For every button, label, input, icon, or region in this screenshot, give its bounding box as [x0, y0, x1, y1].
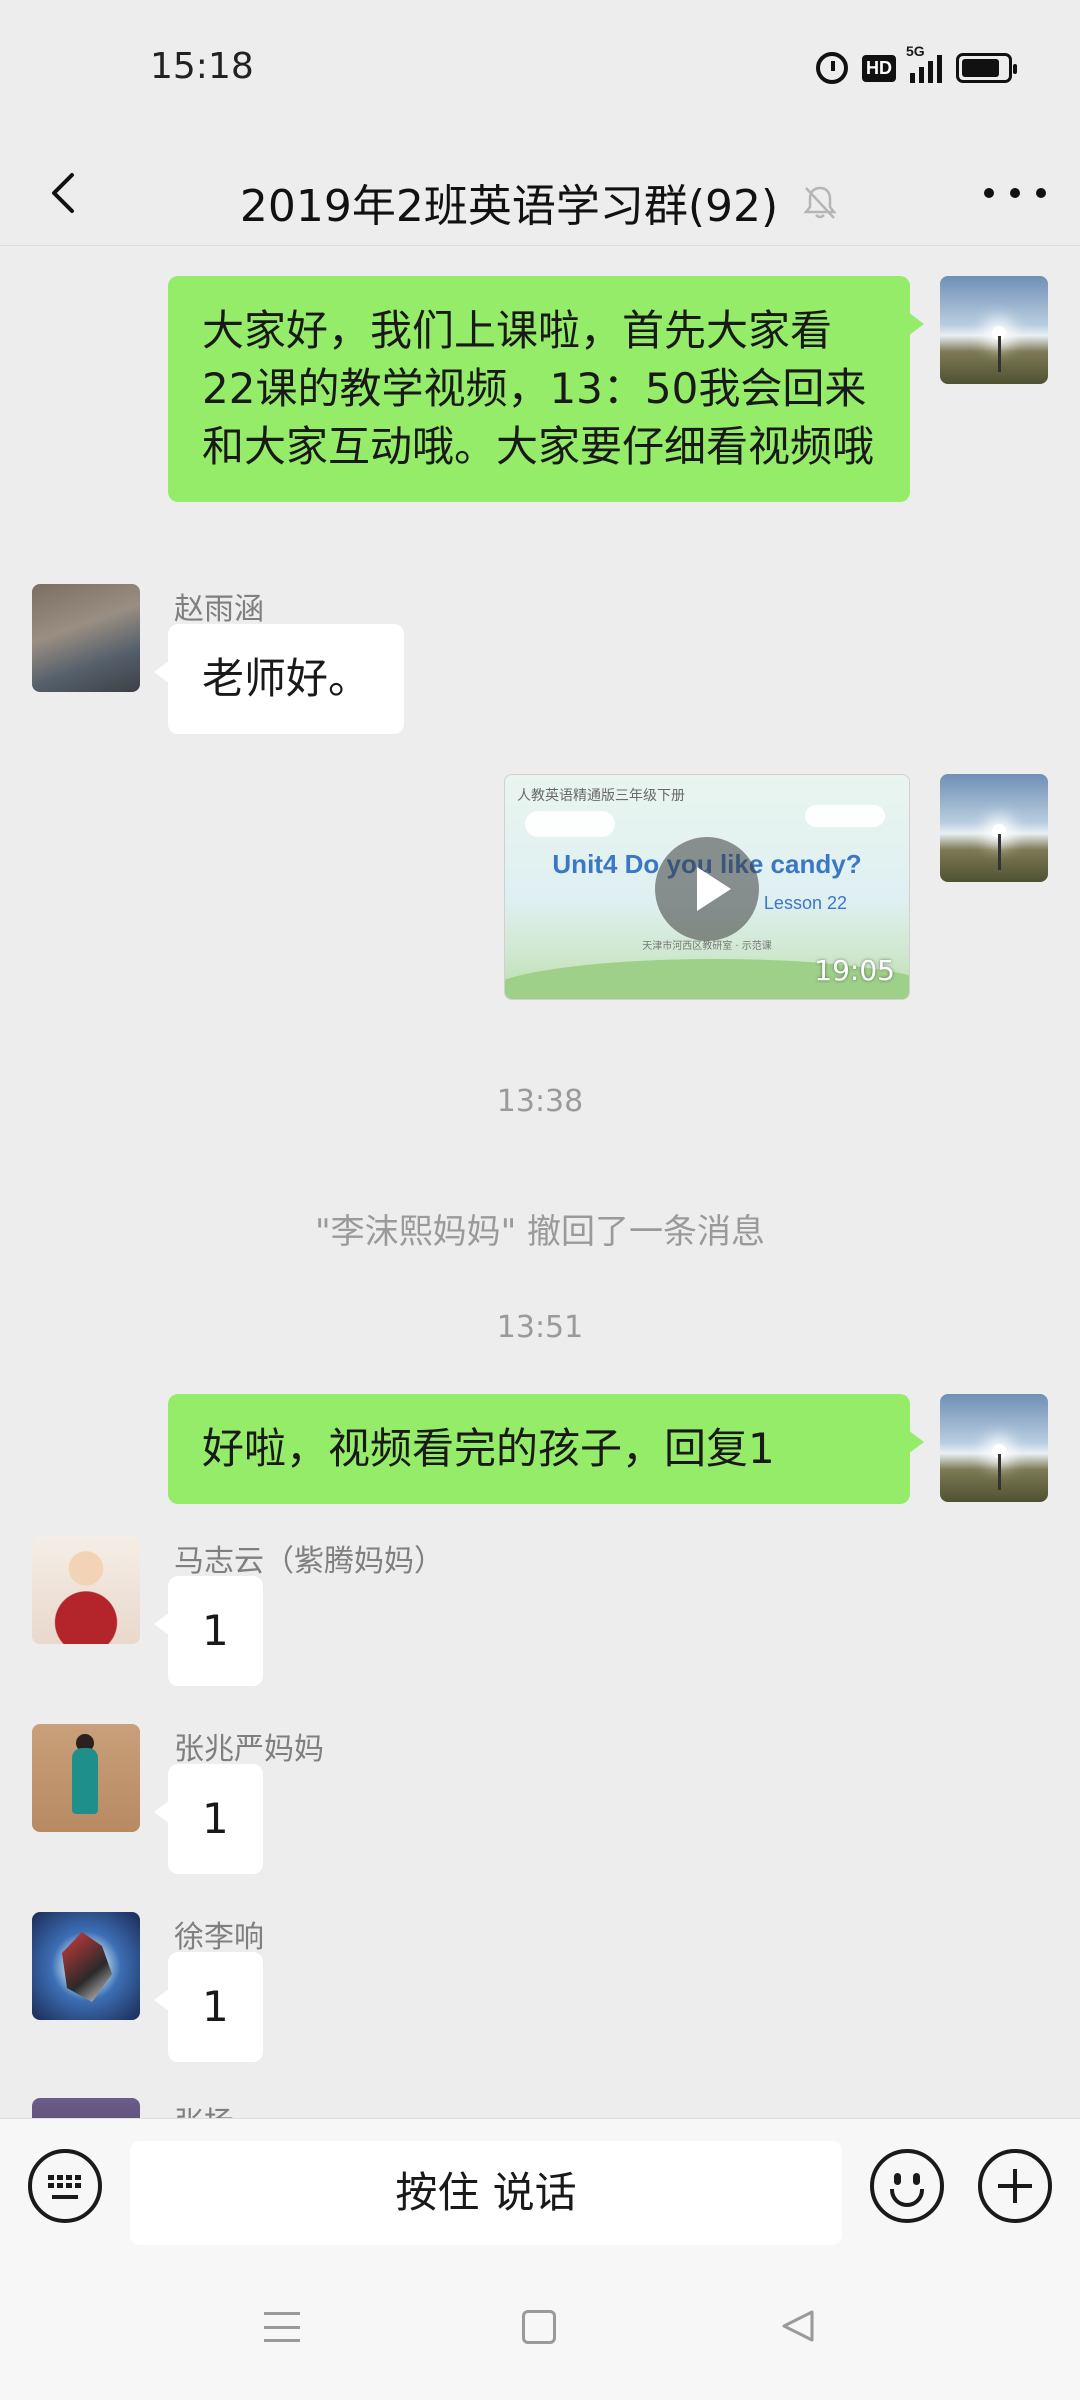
message-bubble[interactable]: 1	[154, 1576, 263, 1686]
avatar[interactable]	[940, 276, 1048, 384]
video-top-line: 人教英语精通版三年级下册	[517, 788, 685, 804]
video-lesson: Lesson 22	[763, 893, 847, 913]
self-message-bubble[interactable]: 好啦，视频看完的孩子，回复1	[168, 1394, 924, 1504]
hd-icon: HD	[862, 54, 896, 82]
signal-5g-icon: 5G	[906, 43, 942, 83]
system-navigation-bar	[0, 2256, 1080, 2400]
keyboard-icon[interactable]	[28, 2149, 102, 2223]
emoji-icon[interactable]	[870, 2149, 944, 2223]
battery-icon	[956, 53, 1017, 83]
sender-name: 马志云（紫腾妈妈）	[174, 1544, 444, 1579]
avatar[interactable]	[940, 1394, 1048, 1502]
video-duration: 19:05	[814, 954, 895, 987]
network-type-label: 5G	[906, 43, 925, 59]
recall-notice: "李沫熙妈妈" 撤回了一条消息	[314, 1212, 766, 1252]
avatar[interactable]	[32, 1912, 140, 2020]
avatar[interactable]	[32, 1724, 140, 1832]
plus-icon[interactable]	[978, 2149, 1052, 2223]
hold-to-talk-button[interactable]: 按住 说话	[130, 2141, 842, 2245]
back-triangle-icon[interactable]	[778, 2306, 818, 2346]
timestamp: 13:51	[496, 1310, 584, 1345]
avatar[interactable]	[940, 774, 1048, 882]
avatar[interactable]	[32, 584, 140, 692]
home-icon[interactable]	[522, 2310, 556, 2344]
sender-name: 张扬	[174, 2098, 234, 2118]
message-bubble[interactable]: 1	[154, 1952, 263, 2062]
message-bubble[interactable]: 老师好。	[153, 624, 405, 734]
avatar[interactable]	[32, 1536, 140, 1644]
play-icon[interactable]	[655, 837, 759, 941]
chat-title-area[interactable]: 2019年2班英语学习群(92)	[0, 170, 1080, 234]
alarm-icon	[816, 52, 848, 84]
menu-icon[interactable]	[264, 2312, 300, 2342]
avatar[interactable]	[32, 2098, 140, 2118]
self-message-bubble[interactable]: 大家好，我们上课啦，首先大家看22课的教学视频，13：50我会回来和大家互动哦。…	[168, 276, 924, 502]
video-message[interactable]: 人教英语精通版三年级下册 Unit4 Do you like candy? Le…	[504, 774, 910, 1000]
sender-name: 徐李响	[174, 1920, 264, 1955]
status-icons: HD 5G	[816, 43, 1017, 84]
more-icon[interactable]	[984, 178, 1046, 208]
chat-title: 2019年2班英语学习群(92)	[239, 181, 779, 232]
input-bar: 按住 说话	[0, 2118, 1080, 2256]
sender-name: 张兆严妈妈	[174, 1732, 324, 1767]
sender-name: 赵雨涵	[174, 592, 264, 627]
timestamp: 13:38	[496, 1084, 584, 1119]
chat-messages[interactable]: 大家好，我们上课啦，首先大家看22课的教学视频，13：50我会回来和大家互动哦。…	[0, 246, 1080, 2118]
status-time: 15:18	[150, 46, 254, 87]
status-bar: 15:18 HD 5G	[0, 0, 1080, 140]
mute-bell-icon	[803, 186, 837, 219]
message-bubble[interactable]: 1	[154, 1764, 263, 1874]
chat-header: 2019年2班英语学习群(92)	[0, 140, 1080, 246]
